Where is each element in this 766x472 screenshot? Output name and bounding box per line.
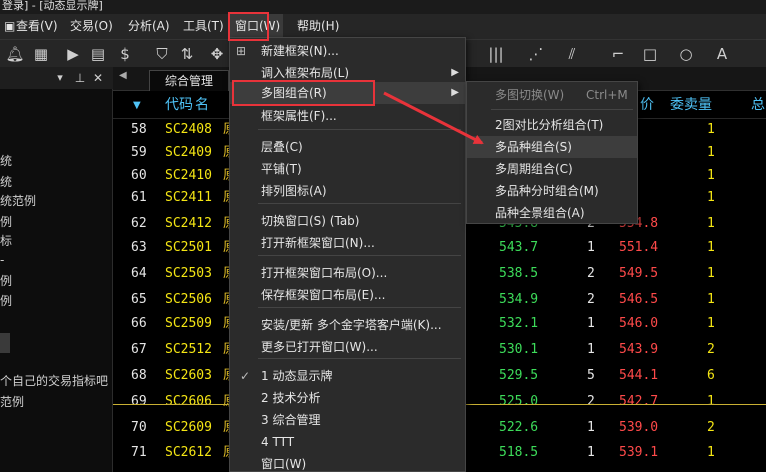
annotation-arrow bbox=[383, 91, 484, 145]
